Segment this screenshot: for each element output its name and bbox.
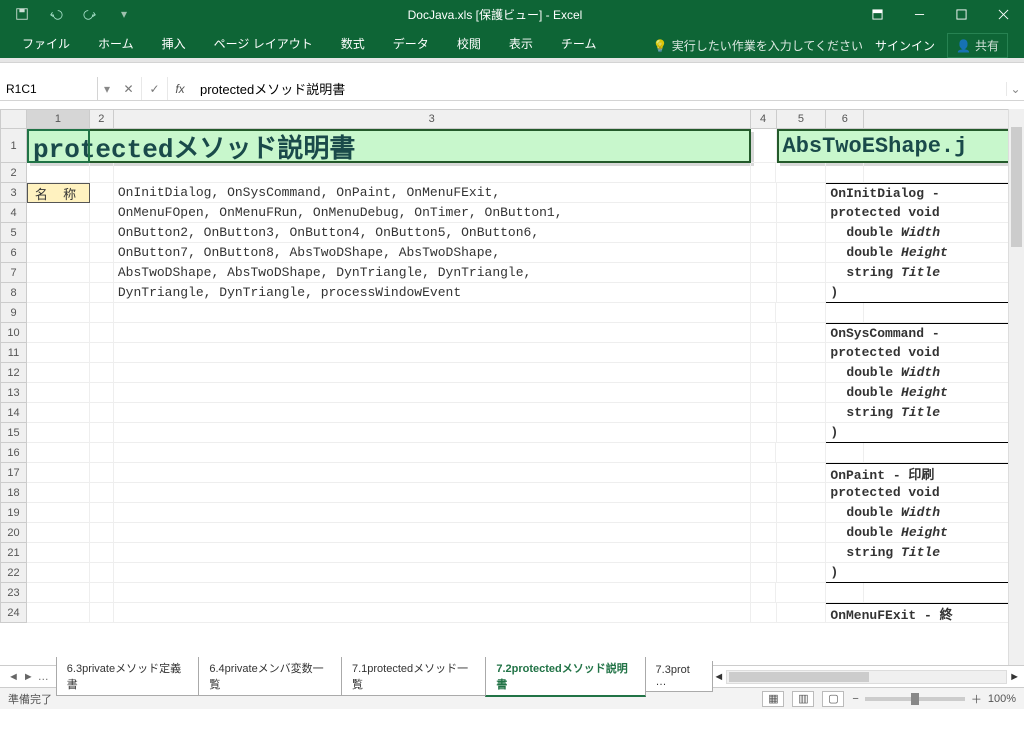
ribbon-tab-formulas[interactable]: 数式 — [327, 29, 379, 58]
title-cell[interactable]: protectedメソッド説明書 — [27, 129, 751, 163]
row-header[interactable]: 1 — [0, 129, 27, 163]
row-header[interactable]: 9 — [0, 303, 27, 323]
cancel-icon[interactable]: ✕ — [116, 77, 142, 100]
vertical-scrollbar[interactable] — [1008, 109, 1024, 665]
row-header[interactable]: 19 — [0, 503, 27, 523]
label-name[interactable]: 名 称 — [27, 183, 90, 203]
cell[interactable]: OnInitDialog - — [826, 183, 1024, 203]
row-header[interactable]: 18 — [0, 483, 27, 503]
tab-nav-prev-icon[interactable]: ◄ — [8, 671, 19, 683]
row-header[interactable]: 22 — [0, 563, 27, 583]
sheet-tab[interactable]: 7.3prot … — [645, 661, 714, 692]
formula-bar-expand[interactable]: ⌄ — [1006, 82, 1024, 96]
row-header[interactable]: 6 — [0, 243, 27, 263]
row-header[interactable]: 4 — [0, 203, 27, 223]
select-all-corner[interactable] — [0, 109, 27, 129]
cell[interactable]: OnInitDialog, OnSysCommand, OnPaint, OnM… — [114, 183, 751, 203]
row-header[interactable]: 5 — [0, 223, 27, 243]
redo-icon[interactable] — [80, 4, 100, 24]
row-header[interactable]: 17 — [0, 463, 27, 483]
ribbon-tab-view[interactable]: 表示 — [495, 29, 547, 58]
hscroll-right-icon[interactable]: ► — [1009, 671, 1020, 683]
col-header[interactable]: 6 — [826, 109, 864, 129]
col-header[interactable] — [864, 109, 1024, 129]
formula-input[interactable] — [192, 81, 1006, 96]
ribbon-display-icon[interactable] — [856, 0, 898, 28]
minimize-button[interactable] — [898, 0, 940, 28]
view-pagebreak-icon[interactable]: ▢ — [822, 691, 844, 707]
save-icon[interactable] — [12, 4, 32, 24]
row-header[interactable]: 7 — [0, 263, 27, 283]
title-cell-right[interactable]: AbsTwoEShape.j — [777, 129, 1024, 163]
col-header[interactable]: 5 — [777, 109, 827, 129]
ribbon-tab-home[interactable]: ホーム — [84, 29, 148, 58]
row-header[interactable]: 2 — [0, 163, 27, 183]
view-layout-icon[interactable]: ▥ — [792, 691, 814, 707]
maximize-button[interactable] — [940, 0, 982, 28]
horizontal-scrollbar[interactable] — [726, 670, 1007, 684]
lightbulb-icon: 💡 — [653, 39, 668, 53]
status-ready: 準備完了 — [8, 691, 52, 707]
ribbon-tab-file[interactable]: ファイル — [8, 29, 84, 58]
close-button[interactable] — [982, 0, 1024, 28]
row-header[interactable]: 20 — [0, 523, 27, 543]
spreadsheet-grid: 1 2 3 4 5 6 7 8 9 10 11 12 13 14 15 16 1… — [0, 109, 1024, 665]
tell-me-search[interactable]: 💡 実行したい作業を入力してください — [653, 37, 863, 54]
ribbon-tab-team[interactable]: チーム — [547, 29, 611, 58]
col-header[interactable]: 1 — [27, 109, 90, 129]
row-header[interactable]: 14 — [0, 403, 27, 423]
person-icon: 👤 — [956, 39, 971, 53]
name-box-dropdown[interactable]: ▾ — [98, 82, 116, 96]
row-header[interactable]: 15 — [0, 423, 27, 443]
ribbon-tab-layout[interactable]: ページ レイアウト — [200, 29, 327, 58]
col-header[interactable]: 4 — [751, 109, 777, 129]
row-header[interactable]: 24 — [0, 603, 27, 623]
row-header[interactable]: 8 — [0, 283, 27, 303]
row-header[interactable]: 21 — [0, 543, 27, 563]
name-box-input[interactable] — [6, 82, 91, 96]
qat-customize-icon[interactable]: ▾ — [114, 4, 134, 24]
title-bar: ▾ DocJava.xls [保護ビュー] - Excel — [0, 0, 1024, 28]
tab-nav-more[interactable]: … — [38, 671, 49, 683]
tab-nav-next-icon[interactable]: ► — [23, 671, 34, 683]
enter-icon[interactable]: ✓ — [142, 77, 168, 100]
name-box[interactable] — [0, 77, 98, 100]
view-normal-icon[interactable]: ▦ — [762, 691, 784, 707]
ribbon: ファイル ホーム 挿入 ページ レイアウト 数式 データ 校閲 表示 チーム 💡… — [0, 28, 1024, 58]
zoom-slider[interactable] — [865, 697, 965, 701]
row-header[interactable]: 12 — [0, 363, 27, 383]
undo-icon[interactable] — [46, 4, 66, 24]
row-header[interactable]: 16 — [0, 443, 27, 463]
ribbon-tab-review[interactable]: 校閲 — [443, 29, 495, 58]
fx-icon[interactable]: fx — [168, 82, 192, 96]
row-header[interactable]: 13 — [0, 383, 27, 403]
ribbon-tab-insert[interactable]: 挿入 — [148, 29, 200, 58]
zoom-in-icon[interactable]: ＋ — [971, 691, 982, 707]
row-header[interactable]: 11 — [0, 343, 27, 363]
signin-link[interactable]: サインイン — [875, 37, 935, 54]
sheet-tab-bar: ◄ ► … 6.3privateメソッド定義書 6.4privateメンバ変数一… — [0, 665, 1024, 687]
row-header[interactable]: 10 — [0, 323, 27, 343]
row-header[interactable]: 3 — [0, 183, 27, 203]
hscroll-left-icon[interactable]: ◄ — [713, 671, 724, 683]
window-title: DocJava.xls [保護ビュー] - Excel — [134, 6, 856, 23]
zoom-level[interactable]: 100% — [988, 693, 1016, 705]
col-header[interactable]: 2 — [90, 109, 114, 129]
formula-bar: ▾ ✕ ✓ fx ⌄ — [0, 77, 1024, 101]
ribbon-tab-data[interactable]: データ — [379, 29, 443, 58]
zoom-out-icon[interactable]: − — [852, 693, 858, 705]
col-header[interactable]: 3 — [114, 109, 751, 129]
share-button[interactable]: 👤 共有 — [947, 33, 1008, 58]
row-header[interactable]: 23 — [0, 583, 27, 603]
